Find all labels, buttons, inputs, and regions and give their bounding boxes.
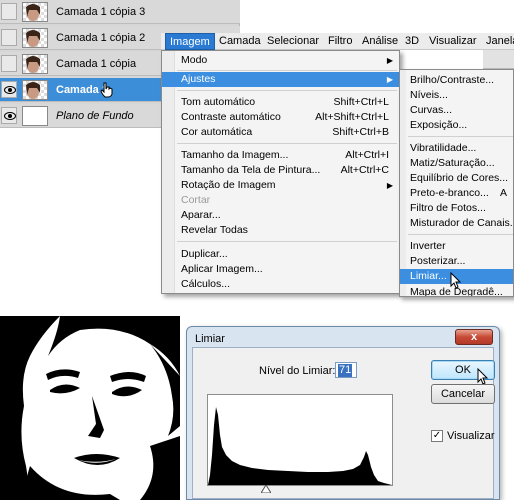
menu-item-modo[interactable]: Modo ▶	[162, 53, 399, 68]
menu-item-tamanho-tela[interactable]: Tamanho da Tela de Pintura... Alt+Ctrl+C	[162, 163, 399, 178]
menu-visualizar[interactable]: Visualizar	[429, 35, 477, 47]
cancel-button[interactable]: Cancelar	[431, 384, 495, 404]
eye-icon	[4, 112, 16, 120]
menu-item-tamanho-imagem[interactable]: Tamanho da Imagem... Alt+Ctrl+I	[162, 148, 399, 163]
menu-separator	[177, 143, 397, 144]
dialog-title: Limiar	[195, 333, 225, 345]
threshold-level-input[interactable]: 71	[335, 362, 357, 378]
visibility-toggle[interactable]	[1, 81, 17, 98]
threshold-slider-handle[interactable]	[261, 485, 271, 493]
layer-name: Plano de Fundo	[56, 110, 134, 122]
eye-icon	[4, 86, 16, 94]
submenu-item-equilibrio-cores[interactable]: Equilíbrio de Cores...	[400, 171, 513, 186]
threshold-level-value: 71	[338, 364, 353, 377]
visibility-toggle[interactable]	[1, 55, 17, 72]
submenu-item-matiz-saturacao[interactable]: Matiz/Saturação...	[400, 156, 513, 171]
submenu-item-filtro-fotos[interactable]: Filtro de Fotos...	[400, 201, 513, 216]
layer-thumbnail	[22, 28, 48, 48]
submenu-item-limiar[interactable]: Limiar...	[400, 269, 513, 289]
dialog-body: Nível do Limiar: 71 OK Cancelar ✓ Visual…	[192, 347, 495, 499]
menu-selecionar[interactable]: Selecionar	[267, 35, 319, 47]
menubar: Imagem Camada Selecionar Filtro Análise …	[161, 33, 514, 50]
menu-analise[interactable]: Análise	[362, 35, 398, 47]
menu-item-revelar-todas[interactable]: Revelar Todas	[162, 223, 399, 238]
threshold-preview-image	[0, 316, 180, 500]
menu-3d[interactable]: 3D	[405, 35, 419, 47]
histogram-curve	[208, 407, 392, 485]
layer-thumbnail	[22, 106, 48, 126]
menu-imagem[interactable]: Imagem	[165, 33, 215, 50]
submenu-item-mapa-degrade[interactable]: Mapa de Degradê...	[400, 285, 513, 296]
layer-name: Camada 1 cópia	[56, 58, 137, 70]
ajustes-submenu: Brilho/Contraste... Níveis... Curvas... …	[399, 69, 514, 297]
submenu-item-brilho-contraste[interactable]: Brilho/Contraste...	[400, 73, 513, 88]
submenu-separator	[408, 234, 513, 235]
threshold-level-label: Nível do Limiar:	[259, 365, 336, 377]
menu-item-cortar[interactable]: Cortar	[162, 193, 399, 208]
menu-filtro[interactable]: Filtro	[328, 35, 352, 47]
menu-item-duplicar[interactable]: Duplicar...	[162, 247, 399, 262]
menu-item-tom-automatico[interactable]: Tom automático Shift+Ctrl+L	[162, 95, 399, 110]
layer-name: Camada 1 cópia 3	[56, 6, 146, 18]
submenu-item-inverter[interactable]: Inverter	[400, 239, 513, 254]
histogram	[207, 394, 393, 486]
visibility-toggle[interactable]	[1, 3, 17, 20]
submenu-item-misturador-canais[interactable]: Misturador de Canais...	[400, 216, 513, 231]
preview-label: Visualizar	[447, 430, 495, 442]
layer-thumbnail	[22, 2, 48, 22]
menu-item-aplicar-imagem[interactable]: Aplicar Imagem...	[162, 262, 399, 277]
menu-camada[interactable]: Camada	[219, 35, 261, 47]
layer-row[interactable]: Camada 1 cópia 3	[0, 0, 240, 24]
submenu-item-niveis[interactable]: Níveis...	[400, 88, 513, 103]
layer-name: Camada 1 cópia 2	[56, 32, 146, 44]
submenu-item-preto-e-branco[interactable]: Preto-e-branco... A	[400, 186, 513, 201]
menu-item-ajustes[interactable]: Ajustes ▶	[162, 72, 399, 87]
visibility-toggle[interactable]	[1, 107, 17, 124]
submenu-item-curvas[interactable]: Curvas...	[400, 103, 513, 118]
close-button[interactable]: x	[455, 329, 493, 345]
menu-janela[interactable]: Janela	[486, 35, 514, 47]
submenu-arrow-icon: ▶	[386, 75, 393, 84]
submenu-item-posterizar[interactable]: Posterizar...	[400, 254, 513, 269]
submenu-shortcut-fragment: A	[500, 187, 508, 199]
imagem-menu: Modo ▶ Ajustes ▶ Tom automático Shift+Ctrl+…	[161, 50, 400, 294]
arrow-cursor-icon	[477, 368, 489, 385]
layer-thumbnail	[22, 80, 48, 100]
submenu-item-exposicao[interactable]: Exposição...	[400, 118, 513, 133]
preview-checkbox[interactable]: ✓	[431, 430, 443, 442]
menu-item-rotacao[interactable]: Rotação de Imagem ▶	[162, 178, 399, 193]
visibility-toggle[interactable]	[1, 29, 17, 46]
submenu-item-vibratilidade[interactable]: Vibratilidade...	[400, 141, 513, 156]
menu-item-aparar[interactable]: Aparar...	[162, 208, 399, 223]
hand-cursor-icon	[100, 82, 113, 98]
submenu-arrow-icon: ▶	[386, 181, 393, 190]
options-bar-fragment	[483, 50, 514, 69]
menu-separator	[177, 241, 397, 242]
submenu-separator	[408, 136, 513, 137]
menu-separator	[177, 90, 397, 91]
menu-item-contraste-automatico[interactable]: Contraste automático Alt+Shift+Ctrl+L	[162, 110, 399, 125]
layer-thumbnail	[22, 54, 48, 74]
menu-item-calculos[interactable]: Cálculos...	[162, 277, 399, 292]
limiar-dialog: Limiar x Nível do Limiar: 71 OK Cancelar…	[186, 326, 500, 500]
submenu-arrow-icon: ▶	[386, 56, 393, 65]
menu-separator	[177, 70, 397, 71]
menu-item-cor-automatica[interactable]: Cor automática Shift+Ctrl+B	[162, 125, 399, 140]
